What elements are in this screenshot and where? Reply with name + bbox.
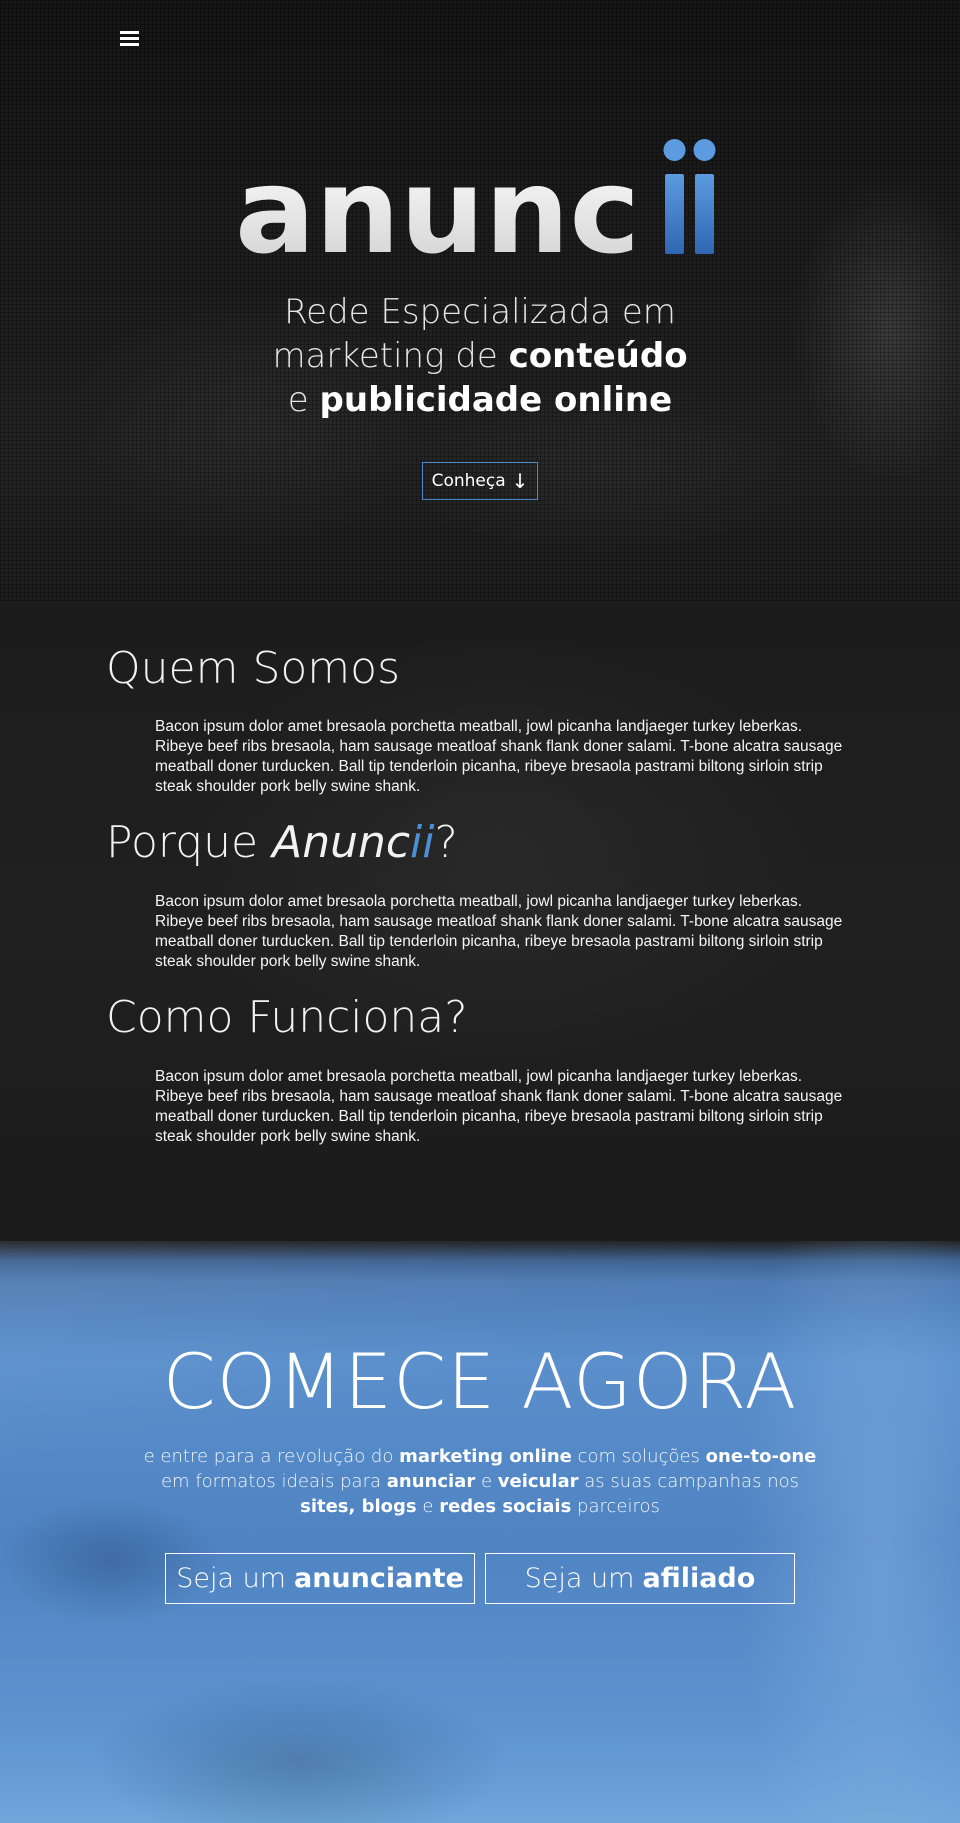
cta-line-1-c: com soluções bbox=[577, 1446, 700, 1467]
conheca-label: Conheça bbox=[431, 471, 506, 491]
tagline-line-3: e publicidade online bbox=[0, 378, 960, 422]
afiliado-light: Seja um bbox=[524, 1563, 635, 1594]
quem-somos-text: Bacon ipsum dolor amet bresaola porchett… bbox=[155, 718, 843, 795]
cta-line-2-b: anunciar bbox=[386, 1471, 476, 1492]
cta-line-3: sites, blogs e redes sociais parceiros bbox=[0, 1494, 960, 1519]
comece-agora-text: e entre para a revolução do marketing on… bbox=[0, 1444, 960, 1519]
cta-line-3-d: parceiros bbox=[577, 1496, 660, 1517]
porque-suffix: ? bbox=[434, 817, 458, 868]
hero-tagline: Rede Especializada em marketing de conte… bbox=[0, 290, 960, 422]
logo-i-stem-2 bbox=[695, 174, 714, 254]
cta-line-1-b: marketing online bbox=[399, 1446, 572, 1467]
tagline-line-3-light: e bbox=[287, 380, 309, 420]
cta-line-2-a: em formatos ideais para bbox=[160, 1471, 382, 1492]
logo-graphic: anunc bbox=[235, 139, 716, 259]
porque-anuncii-text: Bacon ipsum dolor amet bresaola porchett… bbox=[155, 893, 843, 970]
tagline-line-3-bold: publicidade online bbox=[319, 380, 673, 420]
cta-line-3-a: sites, blogs bbox=[300, 1496, 417, 1517]
seja-afiliado-button[interactable]: Seja um afiliado bbox=[485, 1553, 795, 1604]
cta-line-1-a: e entre para a revolução do bbox=[143, 1446, 394, 1467]
anunciante-light: Seja um bbox=[176, 1563, 286, 1594]
como-funciona-heading: Como Funciona? bbox=[106, 992, 468, 1043]
cta-line-2: em formatos ideais para anunciar e veicu… bbox=[0, 1469, 960, 1494]
anuncii-logo: anunc bbox=[0, 134, 960, 264]
logo-i-dot-2 bbox=[693, 139, 716, 161]
porque-brand-accent: ii bbox=[410, 817, 435, 868]
arrow-down-icon: ↓ bbox=[511, 469, 529, 493]
porque-prefix: Porque bbox=[106, 817, 259, 868]
hero-section: anunc Rede Especializada em marketing de… bbox=[0, 0, 960, 601]
conheca-button[interactable]: Conheça ↓ bbox=[422, 462, 538, 500]
seja-anunciante-button[interactable]: Seja um anunciante bbox=[165, 1553, 475, 1604]
como-funciona-text: Bacon ipsum dolor amet bresaola porchett… bbox=[155, 1068, 843, 1145]
cta-line-3-c: redes sociais bbox=[439, 1496, 572, 1517]
cta-line-2-c: e bbox=[480, 1471, 493, 1492]
comece-agora-section: COMECE AGORA e entre para a revolução do… bbox=[0, 1241, 960, 1823]
cta-line-2-e: as suas campanhas nos bbox=[584, 1471, 799, 1492]
anunciante-bold: anunciante bbox=[293, 1563, 464, 1594]
hamburger-menu-icon[interactable] bbox=[116, 26, 144, 50]
cta-line-1-d: one-to-one bbox=[705, 1446, 817, 1467]
logo-i-dot-1 bbox=[663, 139, 686, 161]
porque-brand: Anunc bbox=[272, 817, 411, 868]
comece-agora-heading: COMECE AGORA bbox=[162, 1337, 798, 1426]
cta-line-2-d: veicular bbox=[497, 1471, 579, 1492]
tagline-line-2-bold: conteúdo bbox=[508, 336, 688, 376]
porque-anuncii-heading: Porque Anuncii? bbox=[106, 817, 458, 868]
about-section: Quem Somos Bacon ipsum dolor amet bresao… bbox=[0, 601, 960, 1241]
quem-somos-heading: Quem Somos bbox=[106, 643, 400, 694]
cta-line-1: e entre para a revolução do marketing on… bbox=[0, 1444, 960, 1469]
logo-i-stem-1 bbox=[665, 174, 684, 254]
tagline-line-2: marketing de conteúdo bbox=[0, 334, 960, 378]
tagline-line-2-light: marketing de bbox=[272, 336, 498, 376]
logo-text: anunc bbox=[235, 142, 640, 259]
cta-line-3-b: e bbox=[422, 1496, 434, 1517]
afiliado-bold: afiliado bbox=[642, 1563, 756, 1594]
tagline-line-1: Rede Especializada em bbox=[284, 292, 676, 332]
